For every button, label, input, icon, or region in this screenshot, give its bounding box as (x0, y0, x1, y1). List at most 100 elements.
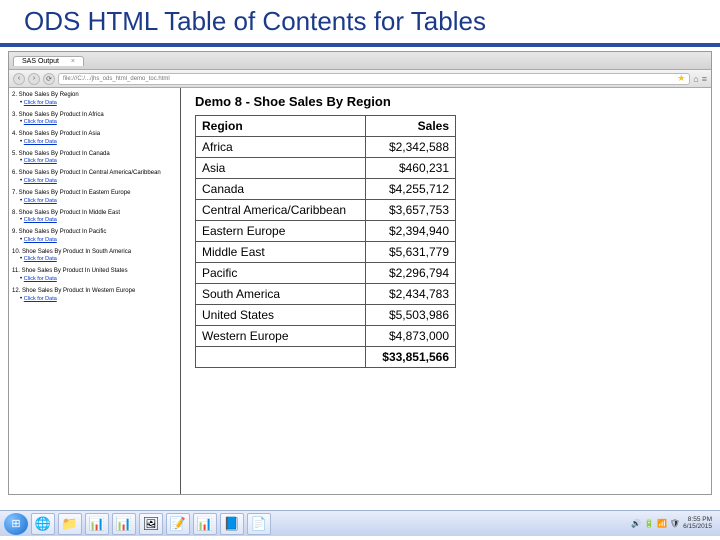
tray-icon[interactable]: 🔋 (644, 519, 654, 528)
toc-link[interactable]: Click for Data (24, 237, 57, 243)
close-icon[interactable]: × (71, 58, 75, 65)
bookmark-icon[interactable]: ★ (677, 73, 685, 84)
toc-sublink: Click for Data (20, 256, 177, 262)
cell-sales: $33,851,566 (366, 347, 456, 368)
taskbar-item[interactable]: 📁 (58, 513, 82, 535)
toc-link[interactable]: Click for Data (24, 178, 57, 184)
cell-sales: $2,434,783 (366, 284, 456, 305)
report-title: Demo 8 - Shoe Sales By Region (195, 94, 711, 109)
toc-sublink: Click for Data (20, 158, 177, 164)
cell-sales: $5,503,986 (366, 305, 456, 326)
cell-sales: $2,394,940 (366, 221, 456, 242)
main-pane: Demo 8 - Shoe Sales By Region Region Sal… (181, 88, 711, 494)
cell-sales: $3,657,753 (366, 200, 456, 221)
table-header-row: Region Sales (196, 116, 456, 137)
cell-region: Western Europe (196, 326, 366, 347)
tray-icon[interactable]: 🔊 (631, 519, 641, 528)
table-row: Pacific$2,296,794 (196, 263, 456, 284)
table-total-row: $33,851,566 (196, 347, 456, 368)
toc-link[interactable]: Click for Data (24, 256, 57, 262)
toc-label: 5. Shoe Sales By Product In Canada (12, 151, 177, 158)
slide-title: ODS HTML Table of Contents for Tables (0, 0, 720, 47)
back-button[interactable]: ‹ (13, 73, 25, 85)
taskbar-item[interactable]: 📄 (247, 513, 271, 535)
start-button[interactable]: ⊞ (4, 513, 28, 535)
taskbar: ⊞ 🌐📁📊📊🖼📝📊📘📄 🔊🔋📶🛡 8:55 PM 6/15/2015 (0, 510, 720, 536)
tray-icon[interactable]: 📶 (657, 519, 667, 528)
toc-label: 12. Shoe Sales By Product In Western Eur… (12, 288, 177, 295)
home-icon[interactable]: ⌂ (693, 74, 698, 84)
cell-region (196, 347, 366, 368)
toc-label: 11. Shoe Sales By Product In United Stat… (12, 268, 177, 275)
toc-sublink: Click for Data (20, 296, 177, 302)
toc-sublink: Click for Data (20, 100, 177, 106)
toc-sublink: Click for Data (20, 276, 177, 282)
toc-label: 3. Shoe Sales By Product In Africa (12, 112, 177, 119)
slide: ODS HTML Table of Contents for Tables SA… (0, 0, 720, 540)
table-row: Middle East$5,631,779 (196, 242, 456, 263)
cell-sales: $2,342,588 (366, 137, 456, 158)
toc-item: 3. Shoe Sales By Product In AfricaClick … (12, 112, 177, 126)
taskbar-item[interactable]: 📘 (220, 513, 244, 535)
forward-button[interactable]: › (28, 73, 40, 85)
cell-region: United States (196, 305, 366, 326)
taskbar-item[interactable]: 📝 (166, 513, 190, 535)
url-text: file:///C:/.../jhs_ods_html_demo_toc.htm… (63, 76, 170, 82)
cell-sales: $4,873,000 (366, 326, 456, 347)
taskbar-item[interactable]: 🖼 (139, 513, 163, 535)
tray-clock[interactable]: 8:55 PM 6/15/2015 (683, 517, 712, 530)
toc-item: 9. Shoe Sales By Product In PacificClick… (12, 229, 177, 243)
table-row: United States$5,503,986 (196, 305, 456, 326)
cell-sales: $5,631,779 (366, 242, 456, 263)
reload-button[interactable]: ⟳ (43, 73, 55, 85)
toc-label: 9. Shoe Sales By Product In Pacific (12, 229, 177, 236)
table-row: Western Europe$4,873,000 (196, 326, 456, 347)
col-sales: Sales (366, 116, 456, 137)
content-area: 2. Shoe Sales By RegionClick for Data3. … (9, 88, 711, 494)
menu-icon[interactable]: ≡ (702, 74, 707, 84)
tab-label: SAS Output (22, 58, 59, 65)
toc-item: 2. Shoe Sales By RegionClick for Data (12, 92, 177, 106)
taskbar-item[interactable]: 🌐 (31, 513, 55, 535)
toc-item: 8. Shoe Sales By Product In Middle EastC… (12, 210, 177, 224)
cell-sales: $4,255,712 (366, 179, 456, 200)
toc-item: 7. Shoe Sales By Product In Eastern Euro… (12, 190, 177, 204)
cell-region: Pacific (196, 263, 366, 284)
toc-item: 5. Shoe Sales By Product In CanadaClick … (12, 151, 177, 165)
toc-item: 6. Shoe Sales By Product In Central Amer… (12, 170, 177, 184)
toc-sublink: Click for Data (20, 119, 177, 125)
taskbar-item[interactable]: 📊 (85, 513, 109, 535)
toc-link[interactable]: Click for Data (24, 119, 57, 125)
cell-sales: $2,296,794 (366, 263, 456, 284)
browser-tab[interactable]: SAS Output × (13, 56, 84, 66)
cell-region: Asia (196, 158, 366, 179)
toc-sublink: Click for Data (20, 217, 177, 223)
toc-label: 7. Shoe Sales By Product In Eastern Euro… (12, 190, 177, 197)
url-bar[interactable]: file:///C:/.../jhs_ods_html_demo_toc.htm… (58, 73, 690, 85)
toc-link[interactable]: Click for Data (24, 139, 57, 145)
toc-item: 11. Shoe Sales By Product In United Stat… (12, 268, 177, 282)
taskbar-item[interactable]: 📊 (112, 513, 136, 535)
cell-region: Canada (196, 179, 366, 200)
cell-region: Eastern Europe (196, 221, 366, 242)
toc-sublink: Click for Data (20, 178, 177, 184)
cell-region: Middle East (196, 242, 366, 263)
table-row: South America$2,434,783 (196, 284, 456, 305)
cell-sales: $460,231 (366, 158, 456, 179)
toc-link[interactable]: Click for Data (24, 100, 57, 106)
toc-link[interactable]: Click for Data (24, 158, 57, 164)
browser-window: SAS Output × ‹ › ⟳ file:///C:/.../jhs_od… (8, 51, 712, 495)
toc-link[interactable]: Click for Data (24, 217, 57, 223)
table-row: Central America/Caribbean$3,657,753 (196, 200, 456, 221)
toc-item: 12. Shoe Sales By Product In Western Eur… (12, 288, 177, 302)
report-table: Region Sales Africa$2,342,588Asia$460,23… (195, 115, 456, 368)
toc-link[interactable]: Click for Data (24, 296, 57, 302)
taskbar-item[interactable]: 📊 (193, 513, 217, 535)
table-row: Africa$2,342,588 (196, 137, 456, 158)
toc-link[interactable]: Click for Data (24, 276, 57, 282)
toc-label: 2. Shoe Sales By Region (12, 92, 177, 99)
toc-link[interactable]: Click for Data (24, 198, 57, 204)
tray-icon[interactable]: 🛡 (670, 519, 680, 528)
cell-region: Central America/Caribbean (196, 200, 366, 221)
cell-region: Africa (196, 137, 366, 158)
